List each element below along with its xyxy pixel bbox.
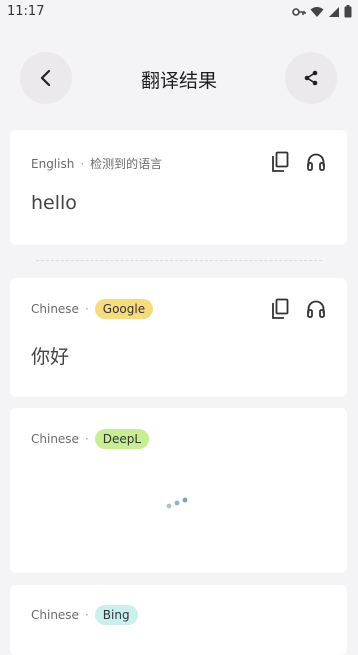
- target-language: Chinese: [31, 608, 79, 622]
- key-icon: [292, 7, 306, 16]
- copy-icon: [272, 151, 289, 172]
- share-icon: [304, 70, 318, 86]
- headphones-icon: [307, 153, 325, 171]
- result-meta: Chinese · DeepL: [31, 429, 150, 449]
- engine-badge-bing: Bing: [94, 605, 138, 625]
- separator-dot: ·: [84, 432, 89, 446]
- result-meta: Chinese · Bing: [31, 605, 138, 625]
- source-language: English: [31, 156, 75, 171]
- result-meta: Chinese · Google: [31, 299, 154, 319]
- source-text[interactable]: hello: [31, 192, 77, 214]
- result-card-deepl: Chinese · DeepL: [10, 408, 347, 573]
- source-card: English · 检测到的语言 hello: [10, 130, 347, 245]
- battery-icon: [344, 5, 352, 18]
- translation-text[interactable]: 你好: [31, 342, 69, 369]
- copy-button[interactable]: [268, 150, 292, 174]
- detected-language-label: 检测到的语言: [90, 157, 163, 171]
- copy-button[interactable]: [268, 297, 292, 321]
- separator-dot: ·: [84, 302, 89, 316]
- target-language: Chinese: [31, 432, 79, 446]
- share-button[interactable]: [285, 52, 337, 104]
- result-card-google: Chinese · Google 你好: [10, 278, 347, 397]
- signal-icon: [329, 6, 339, 17]
- copy-icon: [272, 298, 289, 319]
- divider: [36, 260, 322, 261]
- loading-spinner-icon: [166, 497, 188, 509]
- separator-dot: ·: [80, 156, 85, 171]
- wifi-icon: [310, 6, 324, 17]
- status-time: 11:17: [7, 4, 45, 19]
- result-card-bing: Chinese · Bing: [10, 585, 347, 655]
- headphones-icon: [307, 300, 325, 318]
- engine-badge-deepl: DeepL: [94, 429, 150, 449]
- source-meta: English · 检测到的语言: [31, 155, 162, 172]
- listen-button[interactable]: [304, 150, 328, 174]
- target-language: Chinese: [31, 302, 79, 316]
- status-icons: [292, 5, 352, 18]
- status-bar: 11:17: [0, 0, 358, 26]
- engine-badge-google: Google: [94, 299, 154, 319]
- separator-dot: ·: [84, 608, 89, 622]
- listen-button[interactable]: [304, 297, 328, 321]
